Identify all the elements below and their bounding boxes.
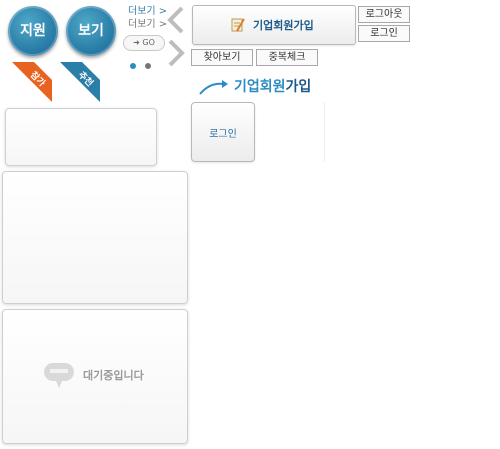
speech-bubble-icon: [44, 363, 74, 388]
pager-dot-active[interactable]: [130, 63, 136, 69]
more-link-2[interactable]: 더보기 >: [128, 18, 167, 31]
middle-empty-panel: [2, 171, 188, 304]
login-button-top[interactable]: 로그인: [358, 25, 410, 42]
right-divider: [324, 102, 325, 162]
find-button[interactable]: 찾아보기: [191, 49, 253, 66]
section-title-suffix: 가입: [285, 79, 312, 95]
duplicate-check-button[interactable]: 중복체크: [256, 49, 318, 66]
view-badge[interactable]: 보기: [66, 6, 116, 56]
participate-ribbon[interactable]: 참가: [12, 62, 52, 102]
recommend-ribbon[interactable]: 추천: [60, 62, 100, 102]
login-button-label: 로그인: [209, 129, 237, 140]
more-link-1[interactable]: 더보기 >: [128, 5, 167, 18]
pager-dot[interactable]: [145, 63, 151, 69]
corporate-join-label: 기업회원가입: [253, 19, 314, 32]
corporate-join-button[interactable]: 기업회원가입: [192, 5, 356, 45]
go-button[interactable]: ➜ GO: [123, 35, 165, 51]
curved-arrow-icon: [199, 80, 228, 95]
section-title: 기업회원가입: [234, 76, 311, 96]
waiting-label: 대기중입니다: [83, 369, 144, 382]
waiting-panel: 대기중입니다: [2, 309, 188, 444]
apply-badge[interactable]: 지원: [8, 6, 58, 56]
view-badge-label: 보기: [78, 23, 104, 39]
memo-pencil-icon: [231, 18, 245, 32]
section-title-prefix: 기업회원: [234, 79, 286, 95]
top-empty-panel: [5, 108, 157, 166]
logout-button[interactable]: 로그아웃: [358, 6, 410, 23]
chevron-left-icon[interactable]: [166, 6, 186, 34]
apply-badge-label: 지원: [20, 23, 46, 39]
login-button[interactable]: 로그인: [191, 102, 255, 162]
chevron-right-icon[interactable]: [166, 39, 186, 67]
